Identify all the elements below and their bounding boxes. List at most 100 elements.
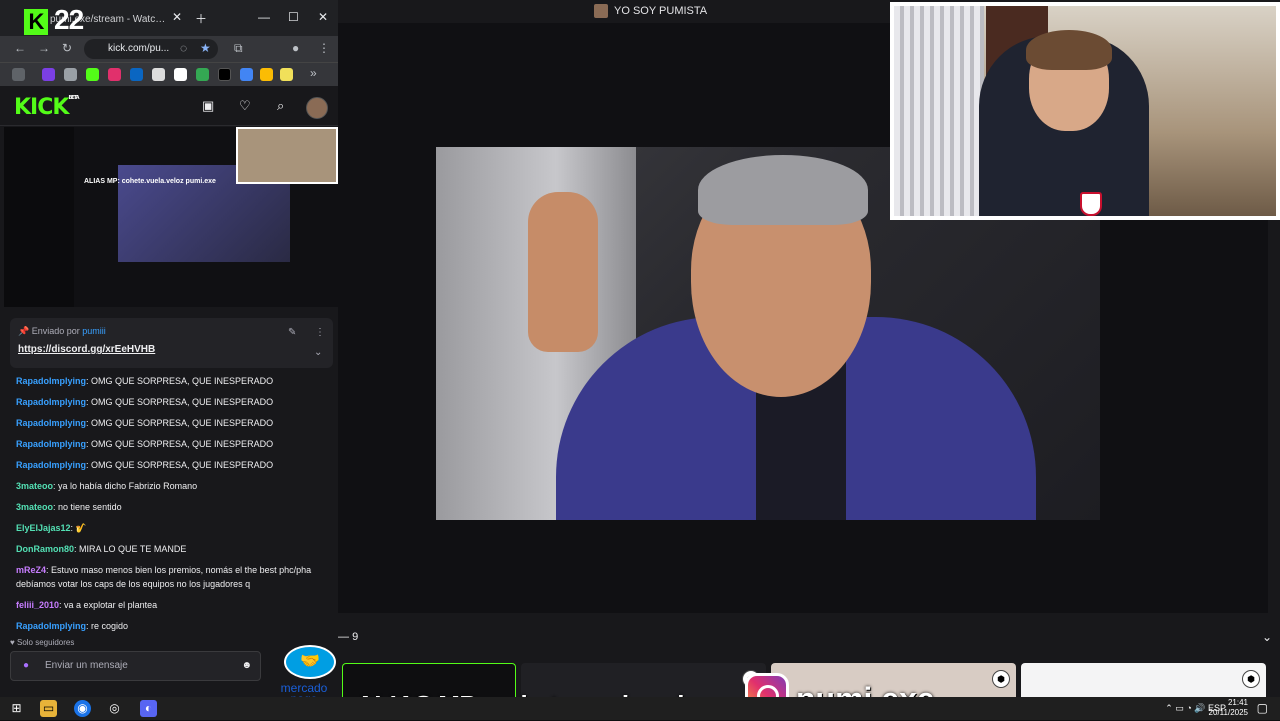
recommended-tile[interactable]: ⬢ — [1021, 663, 1266, 697]
kick-header: KICKBETA ▣ ♡ ⌕ — [0, 86, 338, 126]
mic-icon[interactable]: ● — [23, 652, 29, 680]
shield-icon: ⬢ — [1242, 670, 1260, 688]
bookmark-icon[interactable] — [64, 68, 77, 81]
chat-text: MIRA LO QUE TE MANDE — [79, 544, 187, 554]
windows-taskbar: ⊞ ▭ ◉ ◎ ◐ ⌃ ▭ ◔ 🔊 ESP 21:41 20/11/2025 ▢ — [0, 697, 1280, 720]
chat-text: OMG QUE SORPRESA, QUE INESPERADO — [91, 397, 274, 407]
chat-username[interactable]: RapadoImplying — [16, 439, 86, 449]
profile-icon[interactable]: ● — [292, 41, 299, 55]
reload-icon[interactable]: ↻ — [62, 41, 72, 55]
chevron-down-icon[interactable]: ⌄ — [314, 347, 322, 358]
close-tab-icon[interactable]: ✕ — [172, 10, 182, 24]
chat-text: OMG QUE SORPRESA, QUE INESPERADO — [91, 418, 274, 428]
chat-username[interactable]: RapadoImplying — [16, 460, 86, 470]
back-icon[interactable]: ← — [14, 41, 26, 55]
stream-viewport: YO SOY PUMISTA — 9 ⌄ ⬢ ⬢ ⬢ — [338, 0, 1280, 697]
heart-icon[interactable]: ♡ — [239, 98, 251, 114]
store-icon[interactable]: ▣ — [202, 98, 214, 114]
more-icon[interactable]: ⋮ — [315, 327, 325, 338]
bookmark-icon[interactable] — [260, 68, 273, 81]
mini-stream-preview — [4, 127, 338, 307]
start-icon[interactable]: ⊞ — [8, 700, 25, 717]
chat-username[interactable]: RapadoImplying — [16, 397, 86, 407]
chat-message: 3mateoo: ya lo había dicho Fabrizio Roma… — [16, 481, 198, 491]
chrome-icon[interactable]: ◉ — [74, 700, 91, 717]
chat-message: RapadoImplying: OMG QUE SORPRESA, QUE IN… — [16, 460, 274, 470]
chat-message: RapadoImplying: re cogido — [16, 621, 129, 631]
linkedin-icon[interactable] — [130, 68, 143, 81]
chat-text: 🎷 — [75, 523, 87, 533]
browser-window: pumi.exe/stream - Watch Live on Kick K22… — [0, 0, 338, 705]
chat-username[interactable]: RapadoImplying — [16, 418, 86, 428]
close-window-icon[interactable]: ✕ — [318, 10, 328, 24]
chat-message: ElyElJajas12: 🎷 — [16, 523, 87, 533]
chat-username[interactable]: DonRamon80 — [16, 544, 74, 554]
pinned-user[interactable]: pumiii — [82, 326, 106, 336]
new-tab-icon[interactable]: ＋ — [195, 10, 207, 27]
bookmark-icon[interactable] — [174, 68, 187, 81]
extensions-icon[interactable]: ⧉ — [234, 41, 243, 56]
tab-bar: pumi.exe/stream - Watch Live on Kick K22… — [0, 0, 338, 36]
clock[interactable]: 21:41 20/11/2025 — [1209, 698, 1248, 718]
unpin-icon[interactable]: ✎ — [288, 327, 296, 338]
streamer-avatar — [594, 4, 608, 18]
notification-icon[interactable]: ▢ — [1257, 701, 1268, 715]
club-badge — [1080, 192, 1102, 216]
chat-username[interactable]: feliii_2010 — [16, 600, 59, 610]
search-icon[interactable]: ⌕ — [277, 98, 284, 114]
bookmark-icon[interactable] — [42, 68, 55, 81]
kick-22-overlay: K 22 — [24, 4, 84, 36]
url-input[interactable]: kick.com/pu... — [84, 39, 218, 59]
bookmark-icon[interactable] — [86, 68, 99, 81]
chat-input[interactable]: ● Enviar un mensaje ☻ — [10, 651, 261, 681]
chat-username[interactable]: RapadoImplying — [16, 621, 86, 631]
file-explorer-icon[interactable]: ▭ — [40, 700, 57, 717]
chat-message: feliii_2010: va a explotar el plantea — [16, 600, 158, 610]
menu-icon[interactable]: ⋮ — [318, 41, 330, 55]
mini-banner: ALIAS MP: cohete.vuela.veloz pumi.exe — [84, 178, 216, 185]
chat-text: OMG QUE SORPRESA, QUE INESPERADO — [91, 439, 274, 449]
chat-message: RapadoImplying: OMG QUE SORPRESA, QUE IN… — [16, 418, 274, 428]
instagram-icon[interactable] — [108, 68, 121, 81]
emoji-icon[interactable]: ☻ — [241, 652, 252, 680]
counter-label: — 9 — [338, 631, 359, 643]
chat-text: va a explotar el plantea — [64, 600, 158, 610]
more-bookmarks-icon[interactable]: » — [310, 66, 317, 80]
chat-message: RapadoImplying: OMG QUE SORPRESA, QUE IN… — [16, 439, 274, 449]
discord-icon[interactable]: ◐ — [140, 700, 157, 717]
bookmark-icon[interactable] — [196, 68, 209, 81]
bookmark-icon[interactable] — [280, 68, 293, 81]
chat-text: no tiene sentido — [58, 502, 122, 512]
chat-username[interactable]: RapadoImplying — [16, 376, 86, 386]
chat-username[interactable]: 3mateoo — [16, 502, 53, 512]
discord-link[interactable]: https://discord.gg/xrEeHVHB — [18, 344, 155, 355]
bookmarks-bar: » — [0, 62, 338, 86]
chat-username[interactable]: mReZ4 — [16, 565, 46, 575]
address-bar-row: ← → ↻ kick.com/pu... ◌ ★ ⧉ ● ⋮ — [0, 36, 338, 62]
minimize-icon[interactable]: — — [258, 10, 270, 24]
chat-text: OMG QUE SORPRESA, QUE INESPERADO — [91, 460, 274, 470]
followers-only-label: ♥ Solo seguidores — [10, 638, 75, 647]
chat-text: ya lo había dicho Fabrizio Romano — [58, 481, 198, 491]
bookmark-icon[interactable] — [240, 68, 253, 81]
bookmark-icon[interactable] — [218, 68, 231, 81]
kick-logo[interactable]: KICKBETA — [14, 95, 80, 120]
avatar[interactable] — [306, 97, 328, 119]
forward-icon[interactable]: → — [38, 41, 50, 55]
eye-off-icon[interactable]: ◌ — [180, 41, 187, 55]
apps-icon[interactable] — [12, 68, 25, 81]
pinned-header: 📌 Enviado por pumiii — [18, 326, 106, 336]
chat-messages: RapadoImplying: OMG QUE SORPRESA, QUE IN… — [16, 374, 326, 640]
chat-username[interactable]: ElyElJajas12 — [16, 523, 71, 533]
webcam-overlay — [890, 2, 1280, 220]
obs-icon[interactable]: ◎ — [106, 700, 123, 717]
mercado-pago-logo: 🤝 mercado pago — [270, 645, 338, 705]
pinned-message: 📌 Enviado por pumiii https://discord.gg/… — [10, 318, 333, 368]
maximize-icon[interactable]: ☐ — [288, 10, 299, 24]
chat-message: DonRamon80: MIRA LO QUE TE MANDE — [16, 544, 187, 554]
chevron-down-icon[interactable]: ⌄ — [1262, 630, 1272, 644]
chat-message: 3mateoo: no tiene sentido — [16, 502, 122, 512]
star-icon[interactable]: ★ — [200, 41, 211, 55]
bookmark-icon[interactable] — [152, 68, 165, 81]
chat-username[interactable]: 3mateoo — [16, 481, 53, 491]
